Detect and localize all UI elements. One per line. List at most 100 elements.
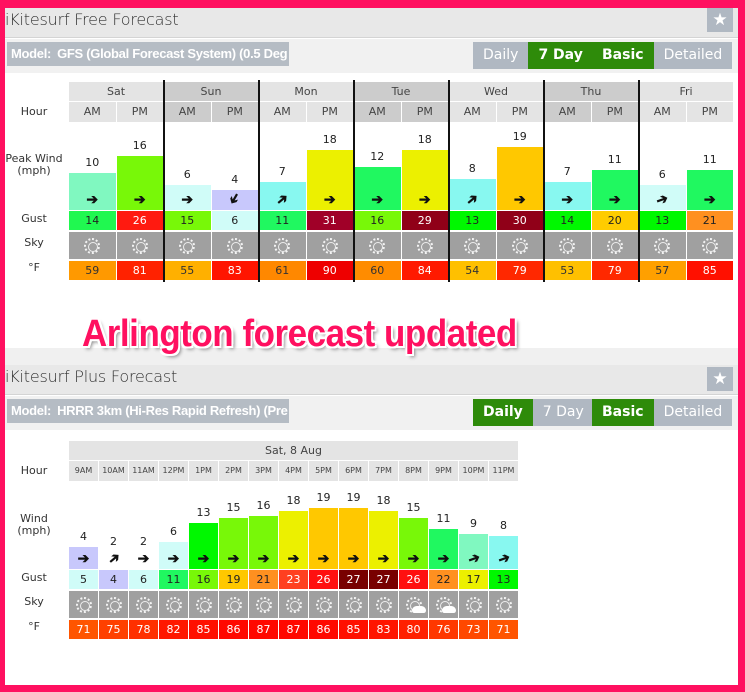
free-detailed-tab[interactable]: Detailed xyxy=(653,42,733,69)
sky-cell xyxy=(249,591,278,618)
gust-value: 13 xyxy=(449,211,496,230)
sky-cell xyxy=(164,232,211,259)
gust-value: 26 xyxy=(309,570,338,589)
wind-speed-value: 2 xyxy=(140,535,147,548)
temperature-value: 90 xyxy=(306,261,353,280)
wind-speed-value: 19 xyxy=(316,491,331,504)
wind-speed-value: 6 xyxy=(170,525,177,538)
free-basic-tab[interactable]: Basic xyxy=(592,42,654,69)
free-7day-tab[interactable]: 7 Day xyxy=(528,42,593,69)
sunny-icon xyxy=(225,596,242,613)
sunny-icon xyxy=(315,596,332,613)
wind-direction-arrow-icon: ➔ xyxy=(77,550,90,566)
temperature-value: 60 xyxy=(354,261,401,280)
temperature-value: 59 xyxy=(69,261,116,280)
wind-speed-value: 4 xyxy=(80,530,87,543)
wind-bar: ➔ xyxy=(129,551,158,569)
hour-header: 9PM xyxy=(429,461,458,481)
temperature-value: 83 xyxy=(369,620,398,639)
wind-speed-value: 8 xyxy=(500,519,507,532)
wind-bar: ➔ xyxy=(496,147,543,210)
temperature-value: 79 xyxy=(496,261,543,280)
wind-direction-arrow-icon: ➔ xyxy=(197,550,210,566)
gust-value: 26 xyxy=(399,570,428,589)
wind-speed-value: 18 xyxy=(322,133,337,146)
plus-favorite-button[interactable]: ★ xyxy=(707,367,733,391)
wind-bar: ➔ xyxy=(159,542,188,569)
wind-speed-value: 19 xyxy=(512,130,527,143)
wind-direction-arrow-icon: ➔ xyxy=(462,189,482,209)
plus-detailed-tab[interactable]: Detailed xyxy=(653,399,733,426)
temperature-value: 80 xyxy=(399,620,428,639)
wind-bar: ➔ xyxy=(591,170,638,210)
free-model-selector[interactable]: Model: GFS (Global Forecast System) (0.5 … xyxy=(7,42,289,66)
day-header: Fri xyxy=(639,82,733,101)
gust-value: 21 xyxy=(686,211,733,230)
sunny-icon xyxy=(84,237,101,254)
wind-speed-value: 11 xyxy=(702,153,717,166)
hour-header: AM xyxy=(69,102,116,122)
wind-direction-arrow-icon: ➔ xyxy=(437,550,450,566)
sunny-icon xyxy=(701,237,718,254)
sky-cell xyxy=(159,591,188,618)
free-view-toggle: Daily 7 Day xyxy=(473,42,593,69)
wind-bar: ➔ xyxy=(309,508,338,569)
plus-daily-tab[interactable]: Daily xyxy=(473,399,533,426)
sunny-icon xyxy=(345,596,362,613)
cloud-icon xyxy=(411,605,426,613)
gust-value: 21 xyxy=(249,570,278,589)
sky-cell xyxy=(279,591,308,618)
plus-7day-tab[interactable]: 7 Day xyxy=(532,399,594,426)
hour-header: AM xyxy=(259,102,306,122)
wind-bar: ➔ xyxy=(369,511,398,569)
model-value: HRRR 3km (Hi-Res Rapid Refresh) (Pre xyxy=(57,403,288,418)
hour-header: AM xyxy=(449,102,496,122)
free-favorite-button[interactable]: ★ xyxy=(707,8,733,32)
free-daily-tab[interactable]: Daily xyxy=(473,42,529,69)
sunny-icon xyxy=(285,596,302,613)
sunny-icon xyxy=(375,596,392,613)
wind-speed-value: 16 xyxy=(256,499,271,512)
wind-speed-value: 4 xyxy=(231,173,239,186)
wind-direction-arrow-icon: ➔ xyxy=(347,550,360,566)
hour-row-label: Hour xyxy=(20,105,48,118)
wind-direction-arrow-icon: ➔ xyxy=(371,191,384,207)
sky-cell xyxy=(496,232,543,259)
wind-bar: ➔ xyxy=(279,511,308,569)
hour-header: 10PM xyxy=(459,461,488,481)
gust-value: 27 xyxy=(369,570,398,589)
day-header: Thu xyxy=(544,82,638,101)
plus-model-bar: Model: HRRR 3km (Hi-Res Rapid Refresh) (P… xyxy=(5,396,738,430)
hour-header: PM xyxy=(401,102,448,122)
hour-header: 5PM xyxy=(309,461,338,481)
date-header: Sat, 8 Aug xyxy=(69,441,518,460)
hour-header: PM xyxy=(496,102,543,122)
wind-bar: ➔ xyxy=(459,534,488,569)
wind-direction-arrow-icon: ➔ xyxy=(418,191,431,207)
sky-row-label: Sky xyxy=(24,595,44,608)
gust-value: 15 xyxy=(164,211,211,230)
temperature-value: 61 xyxy=(259,261,306,280)
temperature-value: 55 xyxy=(164,261,211,280)
wind-direction-arrow-icon: ➔ xyxy=(181,191,194,207)
gust-row-label: Gust xyxy=(21,571,47,584)
gust-value: 13 xyxy=(639,211,686,230)
update-banner: Arlington forecast updated xyxy=(82,313,517,355)
sky-cell xyxy=(399,591,428,618)
sky-cell xyxy=(544,232,591,259)
sunny-icon xyxy=(416,237,433,254)
wind-direction-arrow-icon: ➔ xyxy=(323,191,336,207)
free-forecast-header: iKitesurf Free Forecast ★ xyxy=(5,8,738,38)
hour-header: 8PM xyxy=(399,461,428,481)
hour-header: PM xyxy=(211,102,258,122)
plus-model-selector[interactable]: Model: HRRR 3km (Hi-Res Rapid Refresh) (P… xyxy=(7,399,289,423)
sunny-icon xyxy=(654,237,671,254)
gust-value: 6 xyxy=(211,211,258,230)
temperature-value: 75 xyxy=(99,620,128,639)
sunny-icon xyxy=(195,596,212,613)
temperature-value: 57 xyxy=(639,261,686,280)
plus-basic-tab[interactable]: Basic xyxy=(592,399,654,426)
plus-detail-toggle: Basic Detailed xyxy=(592,399,733,426)
wind-row-label: Wind (mph) xyxy=(17,512,51,537)
hour-header: AM xyxy=(544,102,591,122)
